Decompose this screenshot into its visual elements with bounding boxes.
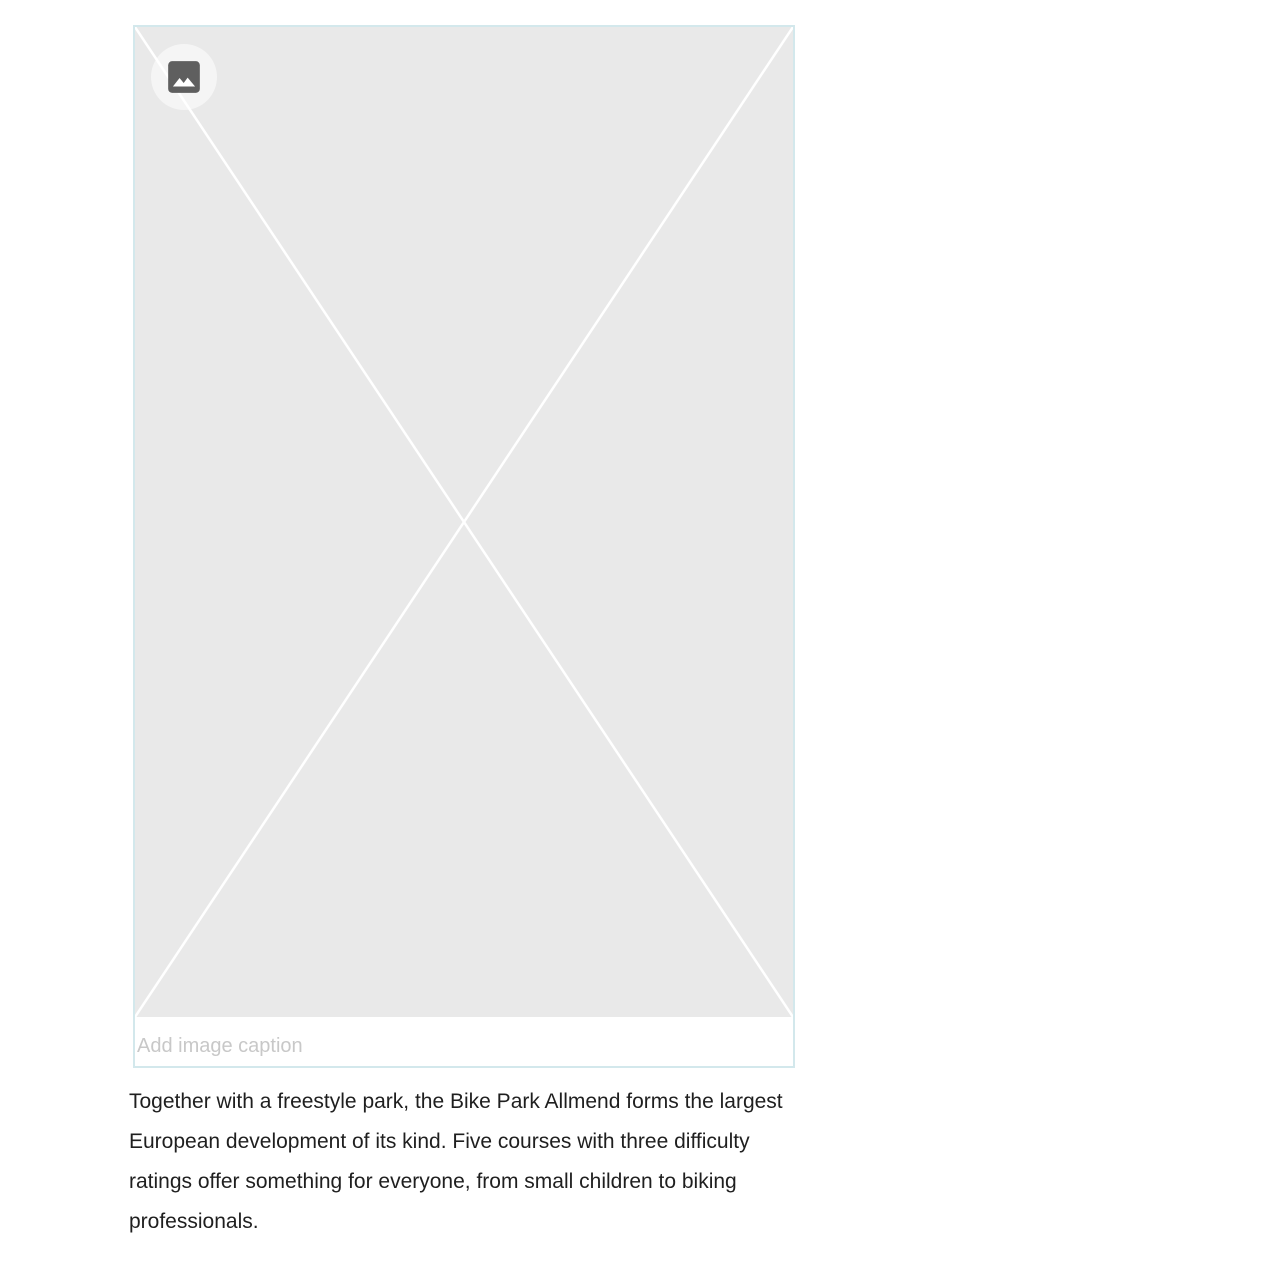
image-caption-input[interactable] — [137, 1032, 737, 1060]
editor-canvas: Together with a freestyle park, the Bike… — [0, 0, 1262, 1262]
image-block[interactable] — [133, 25, 795, 1068]
image-icon — [168, 61, 200, 93]
image-placeholder[interactable] — [135, 27, 793, 1017]
image-type-badge — [151, 44, 217, 110]
placeholder-cross-lines — [135, 27, 793, 1017]
body-paragraph[interactable]: Together with a freestyle park, the Bike… — [129, 1082, 793, 1242]
